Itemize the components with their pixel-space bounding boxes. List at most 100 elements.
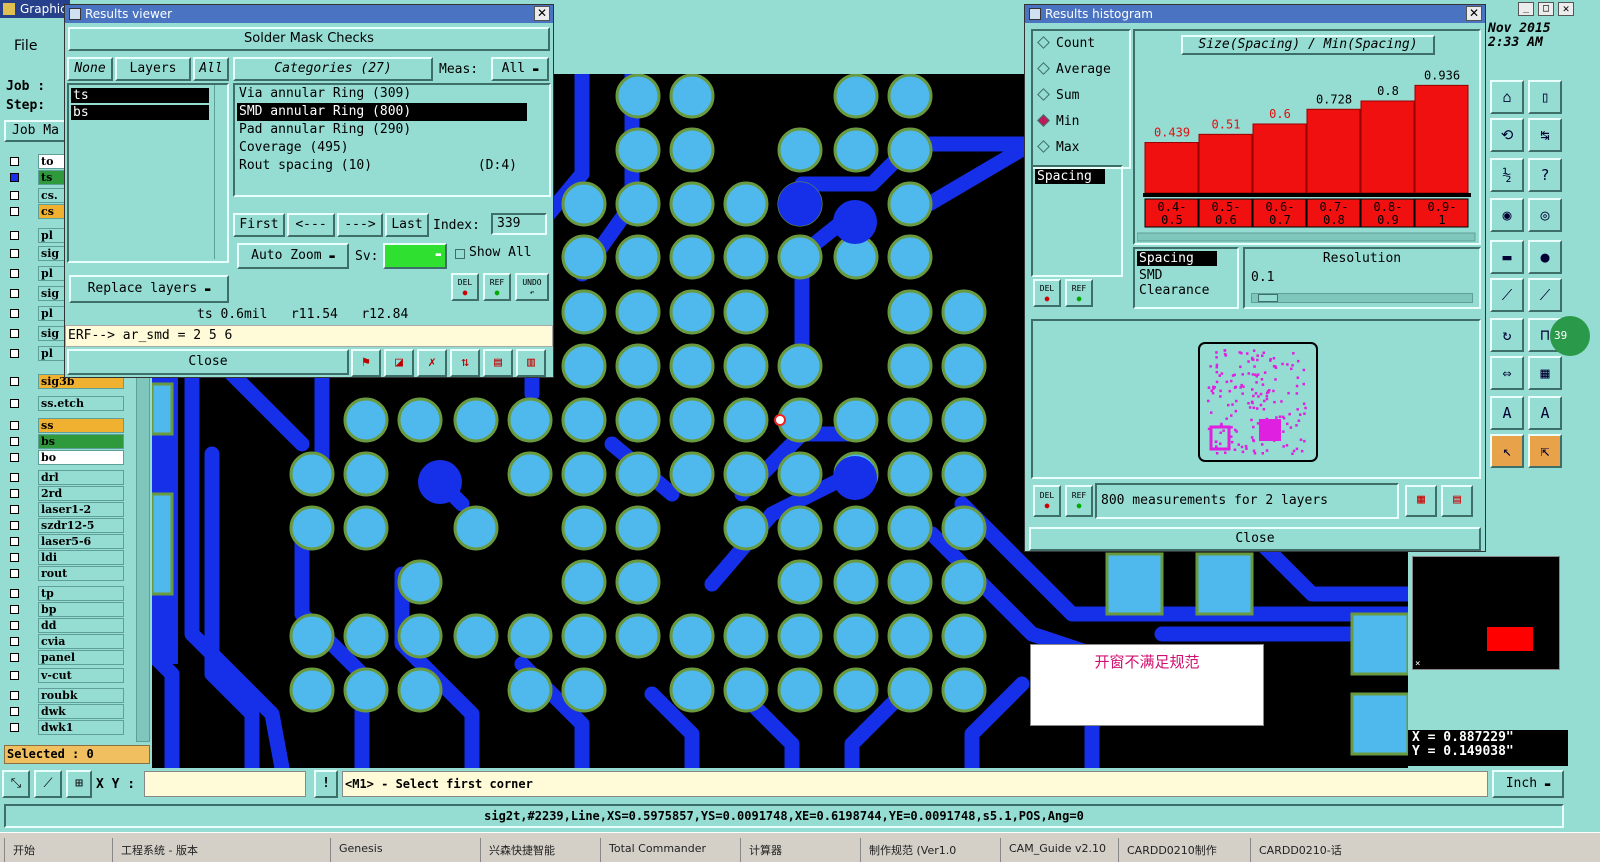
layer-row[interactable]: ss: [6, 418, 124, 433]
snap-line-icon[interactable]: ◎: [1528, 198, 1562, 232]
capture-icon[interactable]: ◪: [384, 349, 414, 377]
mode-min[interactable]: Min: [1033, 109, 1129, 135]
layer-checkbox[interactable]: [10, 691, 19, 700]
menu-file[interactable]: File: [14, 38, 37, 54]
layer-checkbox[interactable]: [10, 521, 19, 530]
ruler-icon[interactable]: ▬: [1490, 240, 1524, 274]
category-item[interactable]: Rout spacing (10) (D:4): [237, 157, 527, 175]
layer-checkbox[interactable]: [10, 453, 19, 462]
layer-name[interactable]: panel: [38, 650, 124, 665]
ref-button[interactable]: REF ●: [483, 273, 511, 301]
viewer-close-button[interactable]: Close: [67, 349, 349, 375]
taskbar-item[interactable]: 兴森快捷智能: [480, 838, 596, 862]
del-button[interactable]: DEL ●: [451, 273, 479, 301]
text-a-icon[interactable]: A: [1490, 396, 1524, 430]
layer-name[interactable]: roubk: [38, 688, 124, 703]
notes-icon[interactable]: ▤: [483, 349, 513, 377]
last-button[interactable]: Last: [385, 213, 429, 237]
layer-row[interactable]: bo: [6, 450, 124, 465]
taskbar-item[interactable]: CARDD0210-话: [1250, 838, 1380, 862]
mini-map[interactable]: ×: [1412, 556, 1560, 670]
param-clearance[interactable]: Clearance: [1135, 283, 1237, 298]
pointer-tool-icon[interactable]: ⤡: [2, 770, 30, 798]
preview-del-button[interactable]: DEL ●: [1033, 485, 1061, 517]
layer-name[interactable]: laser5-6: [38, 534, 124, 549]
layer-row[interactable]: v-cut: [6, 668, 124, 683]
histogram-icon[interactable]: ▥: [516, 349, 546, 377]
layer-row[interactable]: tp: [6, 586, 124, 601]
layer-checkbox[interactable]: [10, 269, 19, 278]
layer-row[interactable]: bs: [6, 434, 124, 449]
cursor-select-icon[interactable]: ⇱: [1528, 434, 1562, 468]
hist-ref-button[interactable]: REF ●: [1065, 279, 1093, 307]
layer-name[interactable]: rout: [38, 566, 124, 581]
layer-checkbox[interactable]: [10, 723, 19, 732]
layer-name[interactable]: bs: [38, 434, 124, 449]
layer-name[interactable]: dwk1: [38, 720, 124, 735]
grid-tool-icon[interactable]: ⊞: [66, 770, 92, 798]
layer-checkbox[interactable]: [10, 399, 19, 408]
pick-blue-icon[interactable]: ⟋: [1528, 278, 1562, 312]
layer-checkbox[interactable]: [10, 707, 19, 716]
snap-pad-icon[interactable]: ◉: [1490, 198, 1524, 232]
taskbar-item[interactable]: CARDD0210制作: [1118, 838, 1246, 862]
layer-checkbox[interactable]: [10, 505, 19, 514]
layer-name[interactable]: bp: [38, 602, 124, 617]
export-icon[interactable]: ▦: [1405, 485, 1437, 517]
taskbar-item[interactable]: CAM_Guide v2.10: [1000, 838, 1114, 862]
param-smd[interactable]: SMD: [1135, 268, 1237, 283]
layer-name[interactable]: bo: [38, 450, 124, 465]
layer-checkbox[interactable]: [10, 489, 19, 498]
show-all-checkbox[interactable]: [455, 249, 465, 259]
layer-row[interactable]: dwk: [6, 704, 124, 719]
sv-color-select[interactable]: ▬: [383, 243, 447, 269]
pick-red-icon[interactable]: ⟋: [1490, 278, 1524, 312]
layer-name[interactable]: 2rd: [38, 486, 124, 501]
layer-checkbox[interactable]: [10, 671, 19, 680]
auto-zoom-select[interactable]: Auto Zoom ▬: [237, 243, 349, 269]
radio-icon[interactable]: [1037, 36, 1050, 49]
layer-checkbox[interactable]: [10, 231, 19, 240]
layer-checkbox[interactable]: [10, 569, 19, 578]
layer-checkbox[interactable]: [10, 289, 19, 298]
layer-name[interactable]: cvia: [38, 634, 124, 649]
taskbar-item[interactable]: 开始: [4, 838, 108, 862]
circle-icon[interactable]: ●: [1528, 240, 1562, 274]
chart-scrollbar[interactable]: [1137, 232, 1476, 242]
layer-name[interactable]: drl: [38, 470, 124, 485]
layer-name[interactable]: ldi: [38, 550, 124, 565]
snap-icon[interactable]: ↹: [1528, 118, 1562, 152]
home-icon[interactable]: ⌂: [1490, 80, 1524, 114]
all-layers-button[interactable]: All: [193, 57, 229, 81]
category-item[interactable]: Via annular Ring (309): [237, 85, 527, 103]
layer-checkbox[interactable]: [10, 605, 19, 614]
layer-row[interactable]: panel: [6, 650, 124, 665]
report-icon[interactable]: ▤: [1441, 485, 1473, 517]
xy-input[interactable]: [144, 771, 306, 797]
layer-checkbox[interactable]: [10, 249, 19, 258]
param-spacing[interactable]: Spacing: [1137, 251, 1217, 266]
layer-checkbox[interactable]: [10, 473, 19, 482]
text-a2-icon[interactable]: A: [1528, 396, 1562, 430]
minimize-icon[interactable]: _: [1518, 2, 1534, 16]
layer-row[interactable]: laser5-6: [6, 534, 124, 549]
layers-button[interactable]: Layers: [115, 57, 191, 81]
taskbar-item[interactable]: Total Commander: [600, 838, 736, 862]
layer-checkbox[interactable]: [10, 207, 19, 216]
undo-button[interactable]: UNDO ↶: [515, 273, 549, 301]
radio-icon[interactable]: [1037, 88, 1050, 101]
category-item[interactable]: Pad annular Ring (290): [237, 121, 527, 139]
layer-name[interactable]: laser1-2: [38, 502, 124, 517]
highlight-icon[interactable]: ⚑: [351, 349, 381, 377]
layer-name[interactable]: ss.etch: [38, 396, 124, 411]
board-thumbnail[interactable]: [1197, 341, 1319, 463]
panel-icon[interactable]: ▯: [1528, 80, 1562, 114]
close-icon[interactable]: ✕: [534, 6, 550, 21]
layer-checkbox[interactable]: [10, 653, 19, 662]
transform-icon[interactable]: ⟲: [1490, 118, 1524, 152]
category-item[interactable]: SMD annular Ring (800): [237, 103, 527, 121]
layer-checkbox[interactable]: [10, 191, 19, 200]
layer-name[interactable]: szdr12-5: [38, 518, 124, 533]
preview-ref-button[interactable]: REF ●: [1065, 485, 1093, 517]
index-input[interactable]: 339: [491, 213, 547, 235]
